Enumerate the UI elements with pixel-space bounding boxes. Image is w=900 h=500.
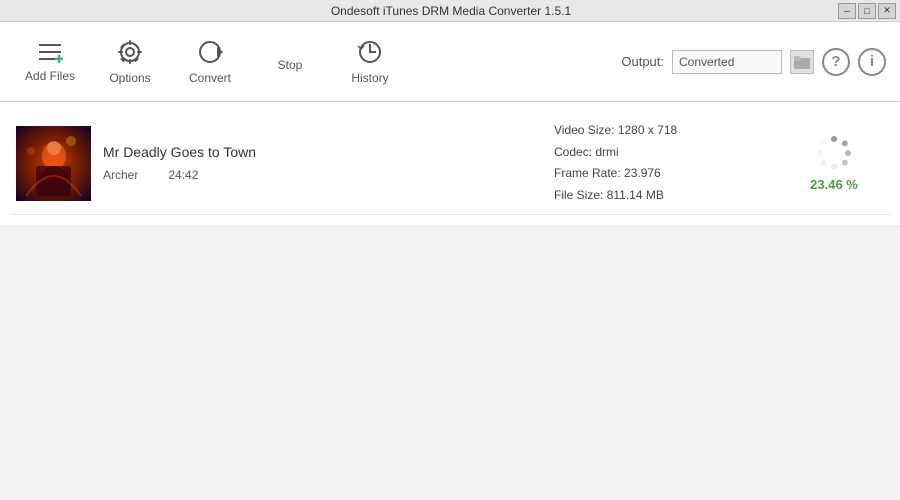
options-label: Options [109, 71, 150, 85]
thumbnail-inner: ARCHER [16, 126, 91, 201]
info-icon: i [870, 53, 874, 70]
add-files-icon [37, 41, 63, 63]
title-bar-buttons: ─ □ ✕ [838, 3, 896, 19]
thumbnail: ARCHER [16, 126, 91, 201]
title-bar-text: Ondesoft iTunes DRM Media Converter 1.5.… [64, 4, 838, 18]
file-info-left: Mr Deadly Goes to Town Archer 24:42 [103, 144, 554, 182]
convert-icon [197, 39, 223, 65]
help-icon: ? [831, 53, 840, 70]
toolbar: Add Files Options [0, 22, 900, 102]
history-label: History [351, 71, 388, 85]
history-icon [357, 39, 383, 65]
file-size: File Size: 811.14 MB [554, 185, 784, 207]
series-name: Archer [103, 168, 138, 182]
file-meta: Archer 24:42 [103, 168, 554, 182]
help-button[interactable]: ? [822, 48, 850, 76]
spinner [816, 135, 852, 171]
frame-rate: Frame Rate: 23.976 [554, 163, 784, 185]
title-bar: Ondesoft iTunes DRM Media Converter 1.5.… [0, 0, 900, 22]
codec: Codec: drmi [554, 142, 784, 164]
duration: 24:42 [168, 168, 198, 182]
convert-label: Convert [189, 71, 231, 85]
convert-button[interactable]: Convert [170, 27, 250, 97]
progress-percentage: 23.46 % [810, 177, 858, 192]
file-item: ARCHER [10, 112, 890, 215]
info-button[interactable]: i [858, 48, 886, 76]
toolbar-right: Output: ? i [621, 48, 886, 76]
options-button[interactable]: Options [90, 27, 170, 97]
stop-button[interactable]: Stop [250, 27, 330, 97]
maximize-button[interactable]: □ [858, 3, 876, 19]
history-button[interactable]: History [330, 27, 410, 97]
close-button[interactable]: ✕ [878, 3, 896, 19]
file-specs: Video Size: 1280 x 718 Codec: drmi Frame… [554, 120, 784, 206]
add-files-label: Add Files [25, 69, 75, 83]
spinner-dots [816, 135, 852, 171]
content-area: ARCHER [0, 102, 900, 225]
stop-label: Stop [278, 58, 303, 72]
options-icon [117, 39, 143, 65]
file-title: Mr Deadly Goes to Town [103, 144, 554, 160]
minimize-button[interactable]: ─ [838, 3, 856, 19]
video-size: Video Size: 1280 x 718 [554, 120, 784, 142]
output-label: Output: [621, 54, 664, 69]
add-files-button[interactable]: Add Files [10, 27, 90, 97]
progress-area: 23.46 % [784, 135, 884, 192]
output-input[interactable] [672, 50, 782, 74]
folder-button[interactable] [790, 50, 814, 74]
